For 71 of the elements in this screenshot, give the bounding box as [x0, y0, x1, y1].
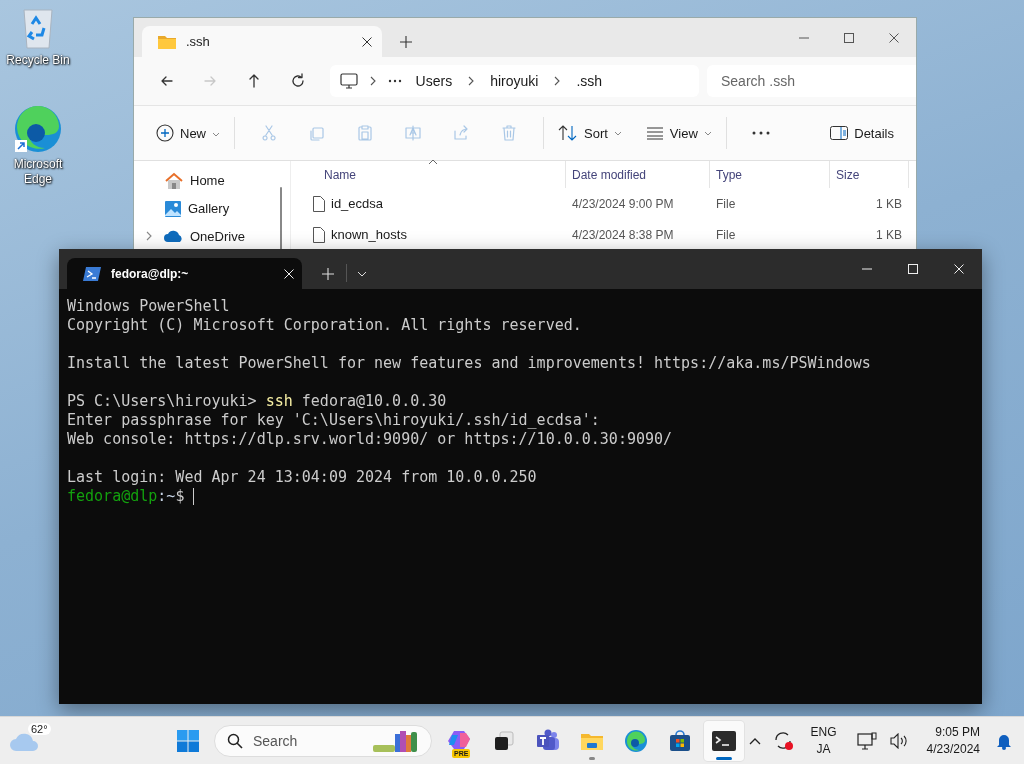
sidebar-item[interactable]: Home [134, 167, 290, 195]
task-view-icon [492, 728, 516, 753]
column-header[interactable]: Size [830, 161, 909, 188]
terminal-tab[interactable]: fedora@dlp:~ [67, 258, 302, 289]
sidebar-item[interactable]: OneDrive [134, 222, 290, 250]
search-field[interactable]: Search [251, 731, 355, 750]
file-name[interactable]: id_ecdsa [331, 196, 384, 211]
terminal-line: Copyright (C) Microsoft Corporation. All rights reserved. [67, 316, 582, 335]
address-bar[interactable]: Users hiroyuki .ssh [329, 65, 699, 97]
close-icon[interactable] [362, 36, 372, 47]
date-cell-text: 4/23/2024 9:00 PM [571, 196, 675, 211]
column-header[interactable]: Date modified [566, 161, 710, 188]
caret-icon [613, 129, 622, 137]
language-indicator[interactable]: ENG [810, 723, 837, 741]
browser-icon [623, 727, 649, 754]
folder-tab[interactable]: .ssh [142, 26, 382, 57]
column-header[interactable]: Name [291, 161, 566, 188]
powershell-icon [83, 266, 101, 281]
details-button[interactable]: Details [826, 117, 898, 149]
folder-icon [158, 34, 176, 49]
volume-icon[interactable] [888, 732, 909, 749]
terminal-line: Install the latest PowerShell for new features and improvements! https://aka.ms/PSWindows [67, 354, 871, 373]
sort-button[interactable]: Sort [554, 117, 626, 149]
new-button[interactable]: New [152, 117, 224, 149]
terminal-icon [711, 728, 737, 753]
taskbar-button[interactable] [704, 720, 744, 761]
weather-widget[interactable]: 62° [8, 723, 51, 753]
more-icon[interactable] [387, 79, 402, 83]
column-header[interactable]: Type [710, 161, 830, 188]
network-icon[interactable] [856, 731, 877, 750]
chevron-right-icon [144, 231, 154, 242]
gallery-icon [164, 199, 182, 218]
home-icon [164, 171, 184, 190]
input-indicator[interactable]: JA [816, 740, 831, 758]
view-button[interactable]: View [641, 117, 716, 149]
plus-circle-icon [156, 124, 174, 142]
breadcrumb-item[interactable]: hiroyuki [486, 73, 543, 89]
chevron-up-icon[interactable] [748, 736, 761, 745]
caret-icon [703, 129, 712, 137]
breadcrumb-item[interactable]: Users [411, 73, 457, 89]
taskbar-search-bar[interactable]: Search [214, 724, 432, 757]
terminal-line: fedora@dlp:~$ [67, 487, 186, 506]
file-icon [313, 195, 325, 212]
file-name[interactable]: known_hosts [331, 227, 407, 242]
browser-icon[interactable] [13, 104, 63, 154]
monitor-icon [339, 73, 358, 89]
cloud-icon [164, 229, 184, 244]
file-icon [313, 226, 325, 243]
close-icon[interactable] [888, 32, 899, 43]
sync-icon[interactable] [772, 730, 795, 751]
terminal-line: Web console: https://dlp.srv.world:9090/ or https://10.0.0.30:9090/ [67, 430, 673, 449]
terminal-line: PS C:\Users\hiroyuki> ssh fedora@10.0.0.30 [67, 392, 447, 411]
search-icon [227, 732, 243, 749]
breadcrumb-item[interactable]: .ssh [572, 73, 607, 89]
terminal-line: Windows PowerShell [67, 297, 230, 316]
search-field[interactable]: Search .ssh [707, 65, 916, 97]
store-icon [667, 727, 693, 754]
clock-time[interactable]: 9:05 PM [935, 723, 980, 741]
recycle-bin-icon[interactable] [20, 6, 56, 50]
terminal-line: Enter passphrase for key 'C:\Users\hiroyuki/.ssh/id_ecdsa': [67, 411, 600, 430]
sort-up-icon [428, 159, 438, 165]
details-pane-icon [830, 126, 849, 140]
sort-icon [558, 124, 578, 142]
type-cell-text: File [715, 196, 737, 211]
lines-icon [645, 126, 664, 140]
size-cell-text: 1 KB [875, 227, 903, 242]
clock-date[interactable]: 4/23/2024 [926, 740, 980, 758]
date-cell-text: 4/23/2024 8:38 PM [571, 227, 675, 242]
terminal-line: Last login: Wed Apr 24 13:04:09 2024 from 10.0.0.250 [67, 468, 537, 487]
size-cell-text: 1 KB [875, 196, 903, 211]
type-cell-text: File [715, 227, 737, 242]
